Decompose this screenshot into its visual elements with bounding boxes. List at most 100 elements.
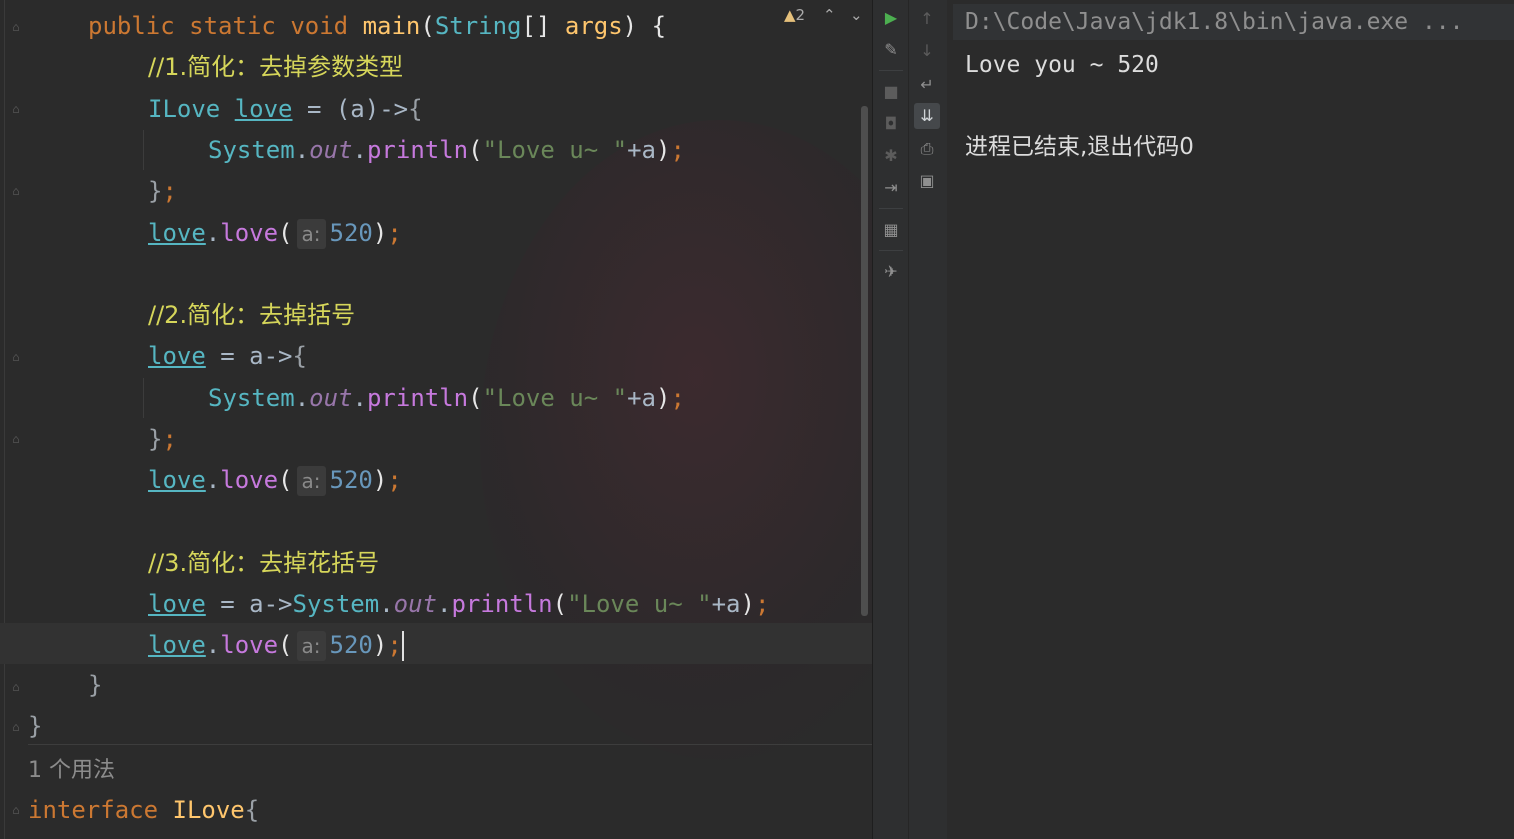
code-line[interactable]: //1.简化：去掉参数类型	[148, 47, 403, 88]
fold-icon[interactable]: ⌂	[8, 184, 24, 198]
code-line[interactable]: love.love(a: 520);	[148, 625, 404, 666]
code-editor[interactable]: ⌂ ⌂ ⌂ ⌂ ⌂ ⌂ ⌂ ⌂ public static void main(…	[0, 0, 872, 839]
code-line[interactable]: love = a->{	[148, 336, 307, 377]
variable: love	[148, 466, 206, 494]
code-line[interactable]: System.out.println("Love u~ "+a);	[208, 130, 685, 171]
paren: )	[655, 136, 671, 164]
fold-icon[interactable]: ⌂	[8, 102, 24, 116]
code-line[interactable]: public static void main(String[] args) {	[88, 6, 666, 47]
warning-count: 2	[795, 6, 806, 24]
console-toolbar: ↑ ↓ ↵ ⇊ ⎙ ▣	[908, 0, 948, 839]
param-name: args	[564, 12, 623, 40]
brace: }	[88, 671, 103, 699]
paren: (	[420, 12, 435, 40]
paren: (	[552, 590, 568, 618]
brace: }	[148, 177, 163, 205]
print-icon[interactable]: ⎙	[914, 136, 940, 162]
class-name: System	[208, 136, 295, 164]
fold-icon[interactable]: ⌂	[8, 20, 24, 34]
fold-icon[interactable]: ⌂	[8, 720, 24, 734]
paren: (	[278, 219, 293, 247]
console-output-line: Love you ~ 520	[965, 52, 1159, 78]
operator: = a->	[205, 590, 293, 618]
code-line[interactable]: System.out.println("Love u~ "+a);	[208, 378, 685, 419]
fold-icon[interactable]: ⌂	[8, 803, 24, 817]
bug-icon[interactable]: ✱	[878, 143, 904, 169]
type-name: ILove	[148, 95, 221, 123]
pin-icon[interactable]: ✈	[878, 259, 904, 285]
soft-wrap-icon[interactable]: ↵	[914, 72, 940, 98]
scroll-to-end-icon[interactable]: ⇊	[914, 103, 940, 129]
warning-indicator[interactable]: ▲2	[784, 6, 805, 24]
brace: {	[408, 95, 423, 123]
code-line[interactable]: //2.简化：去掉括号	[148, 295, 355, 336]
type-name: String	[434, 12, 522, 40]
number-literal: 520	[329, 466, 373, 494]
code-line[interactable]: love.love(a: 520);	[148, 213, 402, 254]
run-icon[interactable]: ▶	[878, 5, 904, 31]
editor-scrollbar[interactable]	[861, 106, 868, 616]
code-line[interactable]: ILove love = (a)->{	[148, 89, 423, 130]
code-line[interactable]: love.love(a: 520);	[148, 460, 402, 501]
wrench-icon[interactable]: ✎	[878, 37, 904, 63]
camera-icon[interactable]: ◘	[878, 111, 904, 137]
code-line[interactable]: };	[148, 171, 177, 212]
stop-icon[interactable]: ■	[878, 79, 904, 105]
layout-icon[interactable]: ▦	[878, 217, 904, 243]
paren: (	[278, 631, 293, 659]
usage-hint[interactable]: 1 个用法	[28, 752, 115, 784]
paren: ) {	[622, 12, 667, 40]
dot: .	[437, 590, 452, 618]
comment: //2.简化：去掉括号	[148, 301, 356, 329]
brace: }	[148, 425, 163, 453]
variable: love	[148, 219, 206, 247]
down-arrow-icon[interactable]: ↓	[914, 38, 940, 64]
dot: .	[205, 219, 221, 247]
variable: love	[148, 631, 206, 659]
brace: }	[28, 712, 43, 740]
warning-icon: ▲	[784, 6, 796, 24]
fold-icon[interactable]: ⌂	[8, 432, 24, 446]
semicolon: ;	[387, 219, 402, 247]
divider	[879, 250, 903, 251]
method-call: love	[220, 219, 279, 247]
code-line[interactable]: interface ILove{	[28, 790, 259, 831]
up-arrow-icon[interactable]: ↑	[914, 6, 940, 32]
trash-icon[interactable]: ▣	[914, 168, 940, 194]
dot: .	[352, 136, 367, 164]
number-literal: 520	[329, 631, 373, 659]
paren: )	[372, 631, 388, 659]
operator: = a->	[205, 342, 293, 370]
code-line[interactable]: }	[88, 665, 102, 706]
semicolon: ;	[162, 425, 177, 453]
variable: love	[148, 342, 206, 370]
semicolon: ;	[387, 466, 402, 494]
paren: )	[655, 384, 671, 412]
code-line[interactable]: }	[28, 706, 42, 747]
code-line[interactable]: //3.简化：去掉花括号	[148, 543, 379, 584]
chevron-up-icon[interactable]: ⌃	[823, 6, 836, 24]
keyword: interface	[28, 796, 159, 824]
chevron-down-icon[interactable]: ⌄	[850, 6, 863, 24]
fold-icon[interactable]: ⌂	[8, 680, 24, 694]
dot: .	[205, 631, 221, 659]
dot: .	[294, 136, 310, 164]
code-line[interactable]: love = a->System.out.println("Love u~ "+…	[148, 584, 769, 625]
field: out	[309, 136, 353, 164]
run-console[interactable]: D:\Code\Java\jdk1.8\bin\java.exe ... Lov…	[947, 0, 1514, 839]
field: out	[393, 590, 438, 618]
paren: (	[468, 384, 483, 412]
brace: {	[244, 796, 260, 824]
semicolon: ;	[387, 631, 402, 659]
dot: .	[379, 590, 394, 618]
string-literal: "Love u~ "	[567, 590, 712, 618]
divider	[879, 208, 903, 209]
separator	[28, 744, 872, 745]
fold-icon[interactable]: ⌂	[8, 350, 24, 364]
console-command-line: D:\Code\Java\jdk1.8\bin\java.exe ...	[953, 4, 1514, 40]
exit-icon[interactable]: ⇥	[878, 175, 904, 201]
run-toolbar: ▶ ✎ ■ ◘ ✱ ⇥ ▦ ✈	[872, 0, 909, 839]
expression: +a	[627, 384, 656, 412]
code-line[interactable]: };	[148, 419, 177, 460]
dot: .	[352, 384, 367, 412]
